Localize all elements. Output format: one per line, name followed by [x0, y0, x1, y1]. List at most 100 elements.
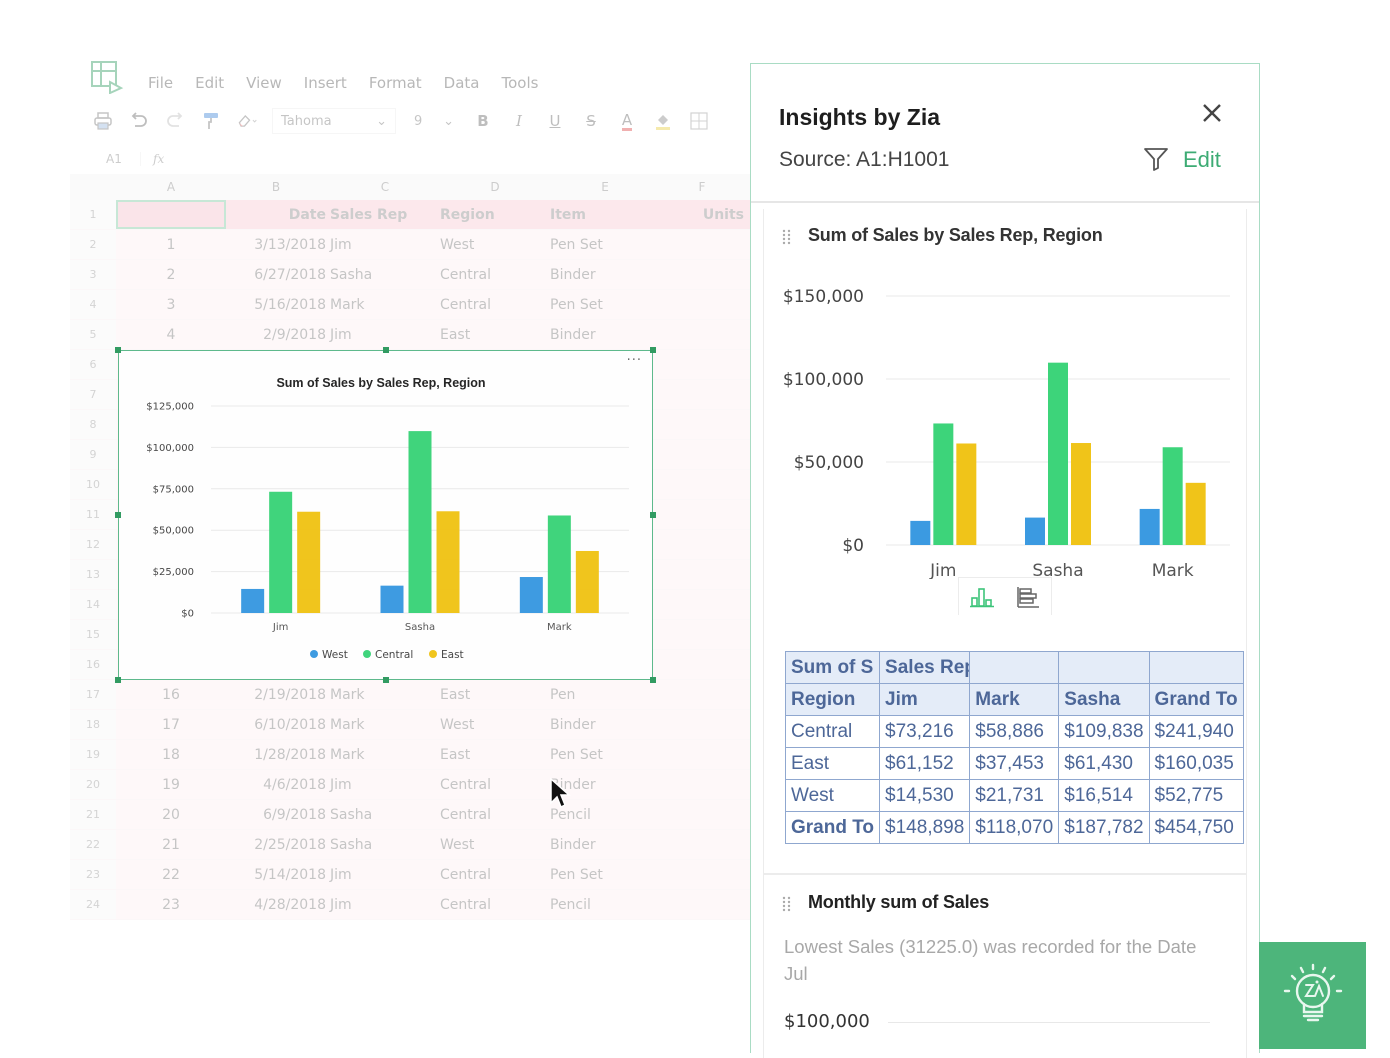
- close-icon[interactable]: [1199, 100, 1225, 126]
- row-number[interactable]: 8: [70, 410, 116, 439]
- cell[interactable]: Jim: [330, 327, 440, 343]
- bar-chart-icon[interactable]: [1014, 583, 1042, 611]
- pivot-cell[interactable]: $241,940: [1148, 715, 1244, 748]
- pivot-cell[interactable]: Mark: [969, 683, 1060, 716]
- column-header[interactable]: E: [550, 180, 660, 194]
- font-family-select[interactable]: Tahoma ⌄: [272, 108, 396, 134]
- legend-label-east[interactable]: East: [441, 649, 464, 661]
- cell[interactable]: Sasha: [330, 267, 440, 283]
- cell[interactable]: Sasha: [330, 807, 440, 823]
- cell[interactable]: 6/9/2018: [226, 807, 330, 823]
- pivot-cell[interactable]: Region: [784, 683, 881, 716]
- row-number[interactable]: 5: [70, 320, 116, 349]
- cell[interactable]: Item: [550, 207, 660, 223]
- menu-data[interactable]: Data: [444, 74, 480, 92]
- pivot-cell[interactable]: $52,775: [1148, 779, 1244, 812]
- bar-east-jim[interactable]: [297, 511, 321, 613]
- cell[interactable]: Central: [440, 897, 550, 913]
- pivot-cell[interactable]: $14,530: [879, 779, 971, 812]
- bar-east-sasha[interactable]: [1071, 443, 1091, 545]
- row-number[interactable]: 7: [70, 380, 116, 409]
- pivot-cell[interactable]: [1058, 651, 1150, 684]
- bar-central-mark[interactable]: [1162, 447, 1183, 545]
- bar-central-mark[interactable]: [547, 515, 571, 613]
- cell[interactable]: Binder: [550, 327, 660, 343]
- bar-west-jim[interactable]: [910, 520, 931, 545]
- pivot-cell[interactable]: $187,782: [1058, 811, 1150, 844]
- cell[interactable]: Pencil: [550, 897, 660, 913]
- cell[interactable]: 22: [116, 867, 226, 883]
- cell[interactable]: East: [440, 747, 550, 763]
- cell[interactable]: 2/25/2018: [226, 837, 330, 853]
- pivot-cell[interactable]: East: [784, 747, 881, 780]
- cell[interactable]: 18: [116, 747, 226, 763]
- cell[interactable]: Binder: [550, 267, 660, 283]
- print-icon[interactable]: [92, 110, 114, 132]
- italic-button[interactable]: I: [508, 110, 530, 132]
- cell[interactable]: East: [440, 687, 550, 703]
- row-number[interactable]: 6: [70, 350, 116, 379]
- row-number[interactable]: 22: [70, 830, 116, 859]
- strikethrough-button[interactable]: S: [580, 110, 602, 132]
- pivot-cell[interactable]: Central: [784, 715, 881, 748]
- cell[interactable]: West: [440, 717, 550, 733]
- row-number[interactable]: 16: [70, 650, 116, 679]
- row-number[interactable]: 14: [70, 590, 116, 619]
- cell[interactable]: 21: [116, 837, 226, 853]
- font-size-select[interactable]: 9 ⌄: [410, 108, 458, 134]
- filter-icon[interactable]: [1143, 146, 1169, 172]
- pivot-cell[interactable]: $61,430: [1058, 747, 1150, 780]
- cell[interactable]: Date: [226, 207, 330, 223]
- cell[interactable]: 5/16/2018: [226, 297, 330, 313]
- underline-button[interactable]: U: [544, 110, 566, 132]
- row-number[interactable]: 19: [70, 740, 116, 769]
- bar-west-mark[interactable]: [519, 577, 543, 613]
- row-number[interactable]: 11: [70, 500, 116, 529]
- bar-east-sasha[interactable]: [436, 511, 460, 613]
- cell[interactable]: 3/13/2018: [226, 237, 330, 253]
- cell[interactable]: Pen: [550, 687, 660, 703]
- bar-central-sasha[interactable]: [1048, 362, 1068, 545]
- pivot-cell[interactable]: Sales Rep: [879, 651, 971, 684]
- pivot-cell[interactable]: $118,070: [969, 811, 1060, 844]
- cell[interactable]: 6/27/2018: [226, 267, 330, 283]
- cell[interactable]: Pen Set: [550, 867, 660, 883]
- bar-west-jim[interactable]: [241, 588, 265, 613]
- row-number[interactable]: 21: [70, 800, 116, 829]
- cell[interactable]: Central: [440, 867, 550, 883]
- row-number[interactable]: 18: [70, 710, 116, 739]
- cell[interactable]: Mark: [330, 297, 440, 313]
- bar-east-mark[interactable]: [1185, 482, 1206, 545]
- pivot-cell[interactable]: $61,152: [879, 747, 971, 780]
- row-number[interactable]: 2: [70, 230, 116, 259]
- cell[interactable]: 5/14/2018: [226, 867, 330, 883]
- cell[interactable]: Jim: [330, 897, 440, 913]
- cell[interactable]: Sasha: [330, 837, 440, 853]
- pivot-cell[interactable]: $160,035: [1148, 747, 1244, 780]
- cell[interactable]: 6/10/2018: [226, 717, 330, 733]
- cell[interactable]: 4: [116, 327, 226, 343]
- cell[interactable]: 4/6/2018: [226, 777, 330, 793]
- cell[interactable]: Mark: [330, 717, 440, 733]
- paint-format-icon[interactable]: [200, 110, 222, 132]
- cell[interactable]: 2/9/2018: [226, 327, 330, 343]
- sheet-logo-icon[interactable]: [90, 60, 124, 94]
- cell[interactable]: Jim: [330, 777, 440, 793]
- cell[interactable]: Binder: [550, 717, 660, 733]
- pivot-cell[interactable]: West: [784, 779, 881, 812]
- column-header[interactable]: C: [330, 180, 440, 194]
- row-number[interactable]: 23: [70, 860, 116, 889]
- row-number[interactable]: 10: [70, 470, 116, 499]
- cell[interactable]: 2/19/2018: [226, 687, 330, 703]
- cell[interactable]: Central: [440, 267, 550, 283]
- row-number[interactable]: 20: [70, 770, 116, 799]
- row-number[interactable]: 24: [70, 890, 116, 919]
- row-number[interactable]: 3: [70, 260, 116, 289]
- pivot-cell[interactable]: $73,216: [879, 715, 971, 748]
- column-chart-icon[interactable]: [968, 583, 996, 611]
- pivot-cell[interactable]: Jim: [879, 683, 971, 716]
- row-number[interactable]: 9: [70, 440, 116, 469]
- cell[interactable]: Region: [440, 207, 550, 223]
- cell[interactable]: Jim: [330, 237, 440, 253]
- menu-file[interactable]: File: [148, 74, 173, 92]
